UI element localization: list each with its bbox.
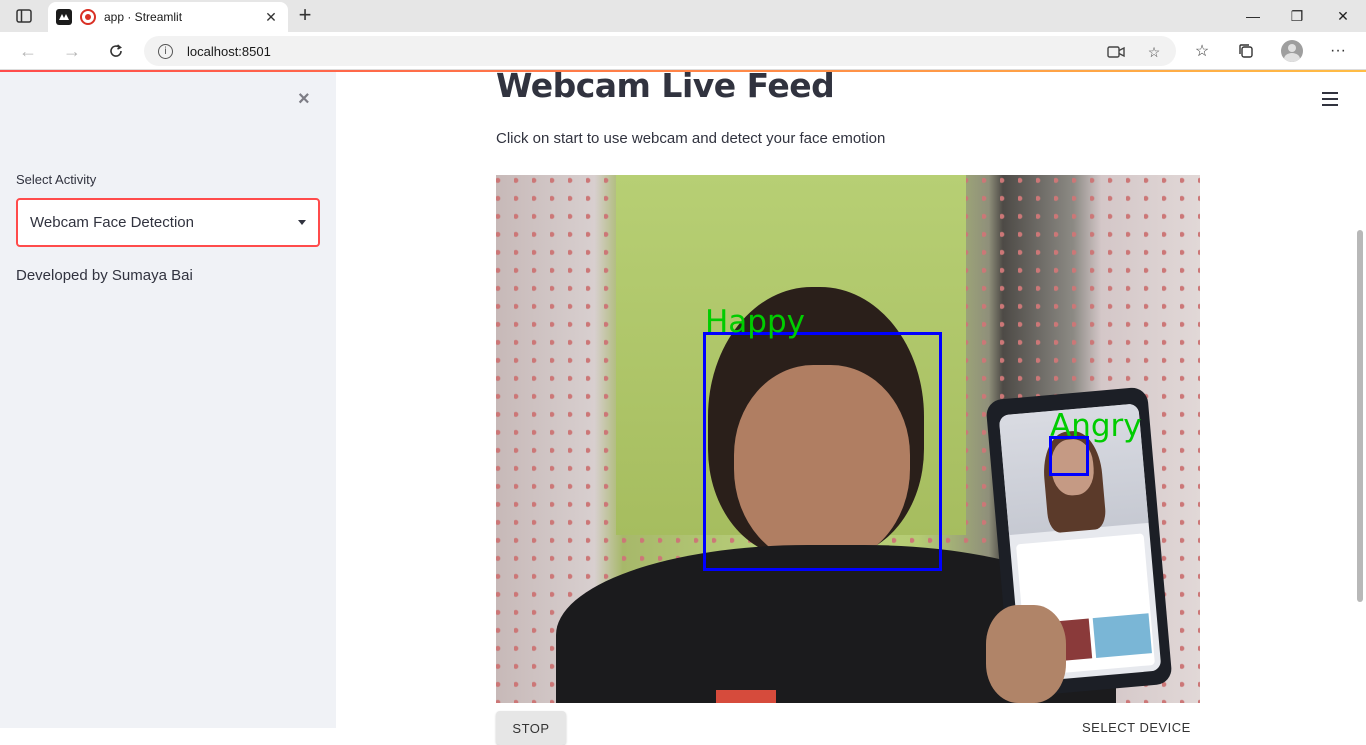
activity-select-value: Webcam Face Detection <box>30 214 194 231</box>
reload-icon[interactable] <box>104 40 128 62</box>
maximize-button[interactable]: ❐ <box>1282 6 1312 26</box>
main-content: Webcam Live Feed Click on start to use w… <box>336 66 1366 745</box>
address-bar: ← → i localhost:8501 ☆ ☆ ··· <box>0 32 1366 70</box>
recording-icon <box>80 9 96 25</box>
close-sidebar-icon[interactable]: × <box>298 88 310 111</box>
stop-button[interactable]: STOP <box>496 711 566 745</box>
page-subtitle: Click on start to use webcam and detect … <box>496 130 886 147</box>
webcam-video-feed: Happy Angry <box>496 175 1200 703</box>
tab-title: app · Streamlit <box>104 10 183 24</box>
forward-icon[interactable]: → <box>60 40 84 62</box>
emotion-label: Angry <box>1050 408 1142 444</box>
back-icon[interactable]: ← <box>16 40 40 62</box>
page-title: Webcam Live Feed <box>496 66 835 105</box>
minimize-button[interactable]: — <box>1238 6 1268 26</box>
dropdown-caret-icon <box>298 220 306 225</box>
browser-tab-bar: app · Streamlit ✕ + — ❐ ✕ <box>0 0 1366 32</box>
close-window-button[interactable]: ✕ <box>1328 6 1358 26</box>
hand-in-video <box>986 605 1066 703</box>
new-tab-button[interactable]: + <box>295 4 315 26</box>
camera-icon[interactable] <box>1106 42 1126 62</box>
streamlit-favicon-icon <box>56 9 72 25</box>
favorites-icon[interactable]: ☆ <box>1191 40 1213 62</box>
sidebar: × Select Activity Webcam Face Detection … <box>0 72 336 728</box>
activity-select[interactable]: Webcam Face Detection <box>16 198 320 247</box>
sidebar-toggle-icon[interactable] <box>12 6 36 26</box>
select-activity-label: Select Activity <box>16 172 97 187</box>
close-tab-icon[interactable]: ✕ <box>262 9 280 26</box>
hamburger-menu-icon[interactable] <box>1322 92 1338 106</box>
emotion-label: Happy <box>705 304 806 340</box>
browser-tab[interactable]: app · Streamlit ✕ <box>48 2 288 32</box>
profile-icon[interactable] <box>1281 40 1303 62</box>
shirt-logo <box>716 690 776 703</box>
url-text: localhost:8501 <box>187 43 271 59</box>
add-favorite-icon[interactable]: ☆ <box>1144 42 1164 62</box>
more-icon[interactable]: ··· <box>1327 40 1349 62</box>
info-icon[interactable]: i <box>158 43 173 59</box>
developer-credit: Developed by Sumaya Bai <box>16 267 193 284</box>
page-scrollbar[interactable] <box>1357 230 1363 602</box>
url-input[interactable]: i localhost:8501 ☆ <box>144 36 1176 66</box>
phone-thumbnail <box>1092 613 1152 658</box>
face-detection-box <box>703 332 942 571</box>
collections-icon[interactable] <box>1235 40 1257 62</box>
